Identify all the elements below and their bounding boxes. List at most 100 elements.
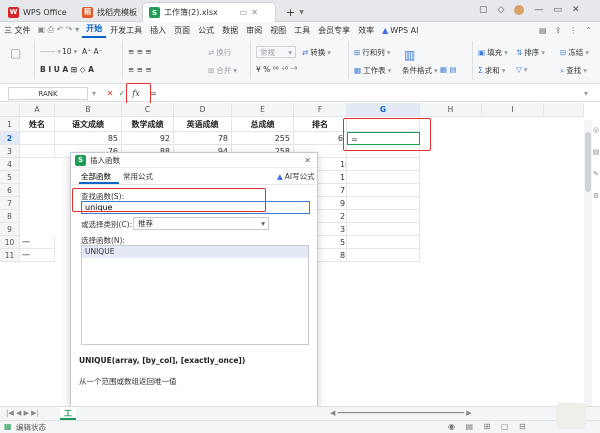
convert-button[interactable]: ⇄ 转换 ▾ [302,47,331,58]
cell[interactable] [20,132,55,145]
font-style-icons[interactable]: B I U A ⊞ ◇ A [40,65,94,74]
cell[interactable] [347,210,420,223]
menu-item-insert[interactable]: 插入 [146,25,170,36]
cond-format-icon[interactable]: ▥ [404,48,415,62]
avatar[interactable] [514,5,525,15]
cell[interactable]: 8 [318,249,347,262]
menu-item-efficiency[interactable]: 效率 [354,25,378,36]
h-scroll-icons[interactable]: ◀ ━━━━━━━━━━━━━━━━━━━━━━━━━━━━━━ ▶ [330,409,472,417]
function-list[interactable]: UNIQUE [81,245,309,345]
sheet-tab-current[interactable]: 工 [60,407,76,420]
ai-formula-button[interactable]: ▲ AI写公式 [277,171,315,182]
menu-file[interactable]: 三 文件 [0,25,35,36]
col-header[interactable]: H [420,103,482,117]
row-header[interactable]: 9 [0,223,20,236]
row-header[interactable]: 7 [0,197,20,210]
side-icon[interactable]: ▤ [593,148,600,156]
merge-button[interactable]: ⊞ 合并 ▾ [208,65,237,76]
more-icon[interactable]: ⋮ [569,26,577,35]
col-header-blank[interactable] [544,103,584,117]
maximize-icon[interactable]: ▭ [553,5,562,15]
cell[interactable] [347,184,420,197]
col-header[interactable]: E [232,103,294,117]
tab-common-formulas[interactable]: 常用公式 [123,171,153,182]
cell[interactable]: 5 [318,236,347,249]
row-header[interactable]: 8 [0,210,20,223]
style-icons[interactable]: ▦ ▤ [440,65,457,74]
cell[interactable]: 2 [318,210,347,223]
menu-item-page[interactable]: 页面 [170,25,194,36]
font-grow-icon[interactable]: A⁺ A⁻ [82,47,103,56]
col-header[interactable]: D [174,103,232,117]
col-header[interactable]: A [20,103,55,117]
row-header-selected[interactable]: 2 [0,132,20,145]
view-mode-icons[interactable]: ◉ ▤ ⊞ ▢ ⊟ [448,422,530,431]
cell-header-rank[interactable]: 排名 [294,117,347,132]
row-header[interactable]: 4 [0,158,20,171]
share-icon[interactable]: ⇪ [555,26,562,35]
cell-header-name[interactable]: 姓名 [20,117,55,132]
fill-button[interactable]: ▣ 填充 ▾ [478,47,508,58]
side-icon[interactable]: ◎ [593,126,599,134]
cell[interactable]: 1 [318,171,347,184]
cell[interactable]: 3 [318,223,347,236]
select-all-corner[interactable] [0,103,20,117]
col-header[interactable]: F [294,103,347,117]
tab-monitor-icon[interactable]: ▭ [240,8,248,17]
col-header[interactable]: B [55,103,122,117]
row-header[interactable]: 10 [0,236,20,249]
row-header[interactable]: 3 [0,145,20,158]
skin-icon[interactable]: ◇ [498,5,505,15]
menu-item-view[interactable]: 视图 [266,25,290,36]
cell[interactable]: 10 [318,158,347,171]
name-box[interactable]: RANK [8,87,88,100]
filter-icon[interactable]: ▽ ▾ [516,65,528,74]
close-window-icon[interactable]: ✕ [572,5,580,15]
cancel-formula-button[interactable]: ✕ [104,87,116,100]
cell-header-english[interactable]: 英语成绩 [174,117,232,132]
cell[interactable] [347,223,420,236]
menu-item-review[interactable]: 审阅 [242,25,266,36]
new-tab-button[interactable]: + ▼ [280,2,310,22]
menu-wps-ai[interactable]: ▲ WPS AI [378,26,422,35]
cell[interactable]: 一 [20,236,55,249]
menu-item-tools[interactable]: 工具 [290,25,314,36]
formula-expand-icon[interactable]: ▾ [584,87,588,100]
cell[interactable] [347,249,420,262]
side-icon[interactable]: ✎ [593,170,599,178]
quick-access-icons[interactable]: ▣ ⎙ ↶ ↷ ▾ [35,25,83,35]
cell[interactable] [347,236,420,249]
row-header[interactable]: 6 [0,184,20,197]
cell[interactable]: 255 [232,132,294,145]
vertical-scrollbar[interactable] [584,120,592,410]
collapse-icon[interactable]: ⌃ [585,26,592,35]
cell-header-total[interactable]: 总成绩 [232,117,294,132]
menu-item-formula[interactable]: 公式 [194,25,218,36]
formula-content[interactable]: = [150,87,157,100]
tab-all-functions[interactable]: 全部函数 [81,171,111,182]
menu-item-home[interactable]: 开始 [82,22,107,38]
find-button[interactable]: ⌕ 查找 ▾ [560,65,587,76]
cell[interactable]: 85 [55,132,122,145]
cell[interactable] [347,171,420,184]
cell[interactable] [347,158,420,171]
wrap-button[interactable]: ⇌ 换行 [208,47,231,58]
layout-icon[interactable]: ▢ [479,5,488,15]
cell[interactable]: 92 [122,132,174,145]
row-header[interactable]: 11 [0,249,20,262]
cell[interactable]: 78 [174,132,232,145]
row-header[interactable]: 5 [0,171,20,184]
scrollbar-thumb[interactable] [585,132,591,192]
cell[interactable] [347,197,420,210]
sheet-nav-icons[interactable]: |◀ ◀ ▶ ▶| [6,409,39,417]
align-top-icons[interactable]: ≡ ≡ ≡ [128,47,152,56]
row-header[interactable]: 1 [0,117,20,132]
tab-workbook[interactable]: S 工作簿(2).xlsx ▭ ✕ [142,2,276,22]
cell[interactable] [20,145,55,158]
align-left-icons[interactable]: ≡ ≡ ≡ [128,65,152,74]
minimize-icon[interactable]: — [534,5,543,15]
paste-icon[interactable]: ▢ [10,46,21,60]
tab-template[interactable]: 稻 找稻壳模板 [76,2,143,22]
worksheet-button[interactable]: ▦ 工作表 ▾ [354,65,391,76]
tab-wps-office[interactable]: W WPS Office [2,2,73,22]
